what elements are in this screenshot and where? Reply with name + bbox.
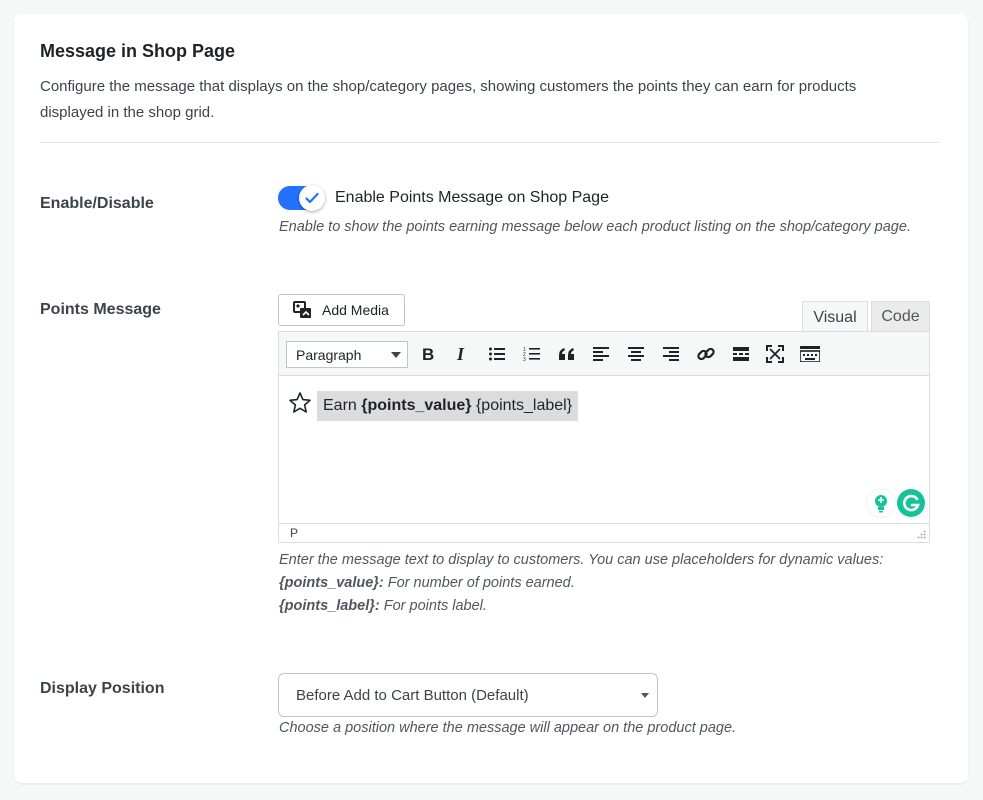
blockquote-button[interactable]: [555, 343, 579, 365]
display-position-value: Before Add to Cart Button (Default): [296, 686, 529, 704]
fullscreen-button[interactable]: [763, 343, 787, 365]
read-more-icon: [733, 347, 749, 361]
numbered-list-icon: 123: [523, 347, 540, 362]
section-title: Message in Shop Page: [40, 41, 236, 61]
align-right-button[interactable]: [659, 343, 683, 365]
help-value-key: {points_value}:: [279, 575, 384, 591]
svg-text:B: B: [422, 346, 434, 362]
toolbar-toggle-button[interactable]: [798, 343, 822, 365]
bullet-list-button[interactable]: [485, 343, 509, 365]
format-select-value: Paragraph: [296, 346, 362, 363]
toggle-knob: [299, 185, 325, 211]
lightbulb-icon[interactable]: [867, 489, 895, 517]
resize-handle-icon[interactable]: [916, 530, 926, 540]
star-icon: [289, 392, 311, 413]
align-left-icon: [593, 347, 609, 361]
section-description: Configure the message that displays on t…: [40, 78, 857, 121]
help-label-key: {points_label}:: [279, 598, 380, 614]
enable-toggle[interactable]: [278, 185, 325, 211]
bold-icon: B: [422, 346, 434, 362]
align-left-button[interactable]: [589, 343, 613, 365]
tab-visual[interactable]: Visual: [802, 301, 868, 334]
bullet-list-icon: [489, 347, 505, 361]
points-message-text: Earn {points_value} {points_label}: [317, 391, 579, 421]
editor-statusbar: P: [279, 523, 929, 542]
display-position-label: Display Position: [40, 680, 165, 697]
chevron-down-icon: [641, 693, 649, 698]
help-intro: Enter the message text to display to cus…: [279, 552, 884, 568]
italic-icon: I: [456, 346, 465, 362]
add-media-label: Add Media: [322, 302, 389, 318]
align-right-icon: [663, 347, 679, 361]
link-button[interactable]: [694, 343, 718, 365]
display-position-select[interactable]: Before Add to Cart Button (Default): [278, 673, 658, 717]
help-label-desc: For points label.: [379, 598, 487, 614]
element-path: P: [290, 526, 299, 540]
add-media-button[interactable]: Add Media: [278, 294, 405, 326]
svg-text:3: 3: [523, 357, 526, 362]
rich-text-editor: Paragraph B I 123 Earn {points_value} {p…: [278, 331, 930, 543]
italic-button[interactable]: I: [450, 343, 474, 365]
fullscreen-icon: [766, 345, 784, 363]
display-position-help: Choose a position where the message will…: [279, 720, 737, 736]
editor-content[interactable]: Earn {points_value} {points_label}: [279, 377, 929, 523]
tab-code[interactable]: Code: [871, 301, 930, 333]
enable-help: Enable to show the points earning messag…: [279, 219, 911, 235]
points-message-label: Points Message: [40, 301, 161, 318]
divider: [40, 142, 940, 143]
numbered-list-button[interactable]: 123: [520, 343, 544, 365]
help-label-line: {points_label}: For points label.: [279, 595, 919, 618]
checkmark-icon: [305, 192, 319, 204]
align-center-button[interactable]: [624, 343, 648, 365]
help-value-line: {points_value}: For number of points ear…: [279, 572, 919, 595]
blockquote-icon: [559, 348, 574, 360]
editor-toolbar: Paragraph B I 123: [279, 332, 929, 376]
settings-card: Message in Shop Page Configure the messa…: [14, 14, 968, 783]
chevron-down-icon: [391, 352, 401, 358]
link-icon: [697, 347, 715, 361]
format-select[interactable]: Paragraph: [286, 341, 408, 368]
points-label-placeholder: {points_label}: [471, 397, 573, 414]
toggle-label[interactable]: Enable Points Message on Shop Page: [335, 189, 609, 207]
points-value-placeholder: {points_value}: [361, 397, 472, 414]
grammarly-widget[interactable]: [867, 489, 925, 517]
message-prefix: Earn: [323, 397, 362, 414]
svg-text:I: I: [456, 346, 465, 362]
grammarly-icon[interactable]: [897, 489, 925, 517]
enable-label: Enable/Disable: [40, 195, 154, 212]
points-message-help: Enter the message text to display to cus…: [279, 549, 919, 618]
add-media-icon: [293, 301, 311, 318]
toolbar-toggle-icon: [800, 346, 820, 362]
bold-button[interactable]: B: [416, 343, 440, 365]
align-center-icon: [628, 347, 644, 361]
read-more-button[interactable]: [729, 343, 753, 365]
help-value-desc: For number of points earned.: [383, 575, 575, 591]
